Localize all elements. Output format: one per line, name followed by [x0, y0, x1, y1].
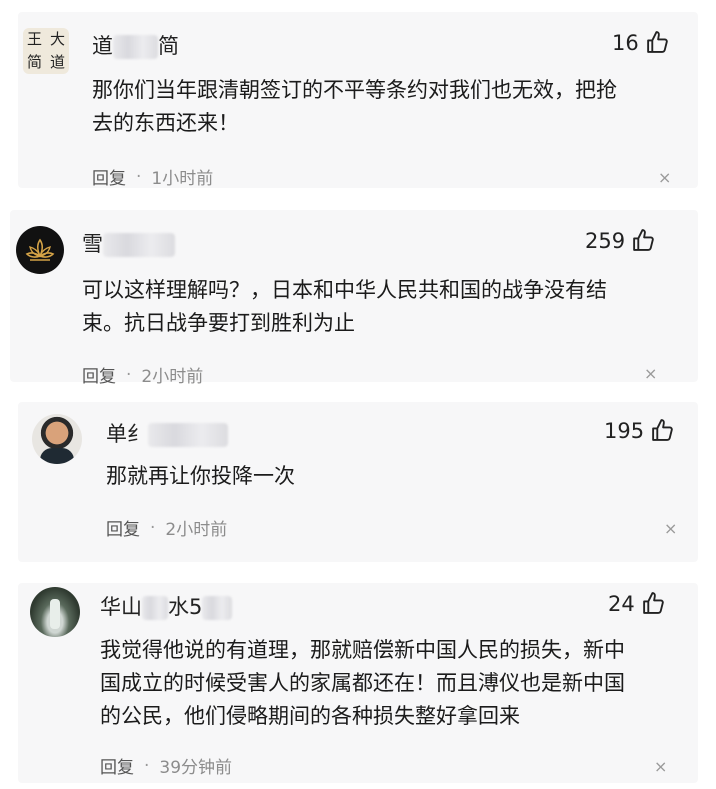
comment-meta: 回复 · 1小时前: [92, 164, 214, 190]
username-suffix: 简: [158, 34, 179, 58]
comment-line: 那你们当年跟清朝签订的不平等条约对我们也无效，把抢: [92, 78, 617, 102]
separator: ·: [126, 364, 132, 385]
reply-button[interactable]: 回复: [92, 164, 126, 189]
comment-meta: 回复 · 2小时前: [106, 515, 228, 541]
comment-line: 的公民，他们侵略期间的各种损失整好拿回来: [100, 704, 520, 728]
comment-text: 我觉得他说的有道理，那就赔偿新中国人民的损失，新中 国成立的时候受害人的家属都还…: [100, 634, 694, 733]
like-count: 16: [612, 30, 639, 55]
username-blur: [113, 35, 158, 59]
like-button[interactable]: 195: [604, 418, 675, 443]
avatar-char: 简: [26, 53, 42, 71]
lotus-icon: [25, 238, 55, 261]
thumbs-up-icon: [642, 592, 664, 614]
like-button[interactable]: 16: [612, 30, 670, 55]
timestamp: 1小时前: [151, 169, 214, 189]
avatar[interactable]: [30, 587, 80, 637]
avatar[interactable]: [32, 414, 82, 464]
comment-line: 可以这样理解吗？，日本和中华人民共和国的战争没有结: [82, 278, 607, 302]
comment-line: 束。抗日战争要打到胜利为止: [82, 311, 355, 335]
avatar-char: 王: [26, 30, 42, 48]
reply-button[interactable]: 回复: [106, 515, 140, 540]
comment-line: 那就再让你投降一次: [106, 464, 295, 488]
comment-text: 那你们当年跟清朝签订的不平等条约对我们也无效，把抢 去的东西还来！: [92, 74, 692, 140]
avatar-shirt: [40, 448, 74, 464]
avatar[interactable]: 王 大 简 道: [23, 28, 69, 74]
thumbs-up-icon: [633, 229, 654, 251]
like-button[interactable]: 24: [608, 591, 666, 616]
separator: ·: [144, 755, 150, 776]
username-blur: [148, 423, 228, 447]
close-icon[interactable]: ×: [658, 170, 671, 186]
username[interactable]: 道简: [92, 30, 179, 60]
comment-meta: 回复 · 39分钟前: [100, 753, 233, 779]
close-icon[interactable]: ×: [664, 521, 677, 537]
close-icon[interactable]: ×: [644, 366, 657, 382]
username-blur: [202, 596, 233, 620]
timestamp: 2小时前: [141, 367, 204, 387]
comment-card: 雪 259 可以这样理解吗？，日本和中华人民共和国的战争没有结 束。抗日战争要打…: [10, 210, 698, 387]
username-suffix: 水5: [168, 595, 203, 619]
reply-button[interactable]: 回复: [100, 753, 134, 778]
timestamp: 39分钟前: [159, 758, 233, 778]
username[interactable]: 华山 水5: [100, 591, 233, 621]
username[interactable]: 单纟: [106, 418, 228, 448]
comment-card: 王 大 简 道 道简 16 那你们当年跟清朝签订的不平等条约对我们也无效，把抢 …: [18, 12, 698, 190]
username[interactable]: 雪: [82, 228, 175, 258]
username-text: 雪: [82, 232, 103, 256]
avatar-char: 大: [49, 30, 65, 48]
like-count: 259: [585, 228, 626, 253]
comment-meta: 回复 · 2小时前: [82, 362, 204, 388]
reply-button[interactable]: 回复: [82, 362, 116, 387]
like-count: 24: [608, 591, 635, 616]
avatar-waterfall: [50, 599, 60, 629]
separator: ·: [150, 517, 156, 538]
username-text: 道: [92, 34, 113, 58]
comment-text: 可以这样理解吗？，日本和中华人民共和国的战争没有结 束。抗日战争要打到胜利为止: [82, 274, 692, 340]
comment-card: 华山 水5 24 我觉得他说的有道理，那就赔偿新中国人民的损失，新中 国成立的时候…: [18, 583, 698, 783]
separator: ·: [136, 166, 142, 187]
username-text: 单纟: [106, 422, 148, 446]
comment-text: 那就再让你投降一次: [106, 460, 686, 493]
comment-line: 国成立的时候受害人的家属都还在！而且溥仪也是新中国: [100, 671, 625, 695]
comment-line: 去的东西还来！: [92, 111, 239, 135]
like-button[interactable]: 259: [585, 228, 656, 253]
thumbs-up-icon: [652, 419, 673, 441]
username-text: 华山: [100, 595, 142, 619]
username-blur: [142, 596, 168, 620]
username-blur: [103, 233, 175, 257]
like-count: 195: [604, 418, 645, 443]
thumbs-up-icon: [646, 31, 668, 53]
avatar[interactable]: [16, 226, 64, 274]
timestamp: 2小时前: [165, 520, 228, 540]
comment-card: 单纟 195 那就再让你投降一次 回复 · 2小时前 ×: [18, 402, 698, 562]
close-icon[interactable]: ×: [654, 759, 667, 775]
comment-line: 我觉得他说的有道理，那就赔偿新中国人民的损失，新中: [100, 638, 625, 662]
avatar-char: 道: [49, 53, 65, 71]
